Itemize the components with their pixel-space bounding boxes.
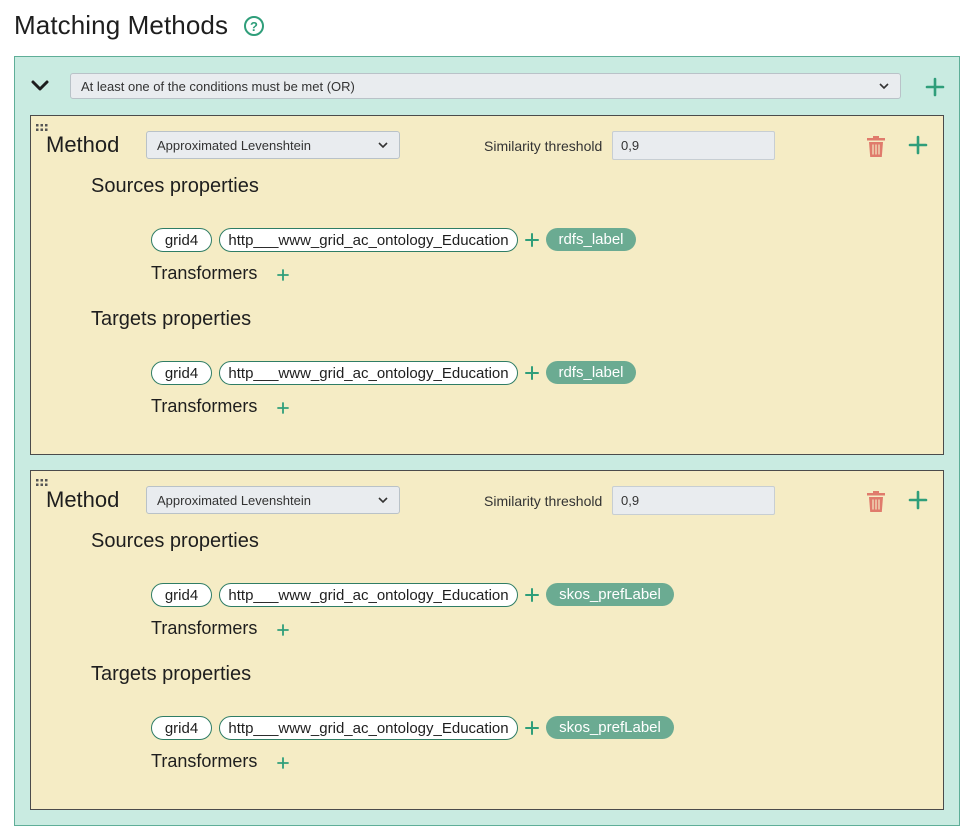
drag-handle-icon[interactable] (36, 479, 48, 487)
add-transformer-button[interactable] (276, 400, 290, 416)
trash-icon[interactable] (867, 136, 885, 158)
similarity-threshold-input[interactable]: 0,9 (612, 131, 775, 160)
algorithm-value: Approximated Levenshtein (157, 492, 311, 508)
entity-type-pill[interactable]: http___www_grid_ac_ontology_Education (219, 716, 518, 740)
add-transformer-button[interactable] (276, 755, 290, 771)
sources-properties-title: Sources properties (91, 175, 259, 197)
select-arrow-icon (378, 142, 388, 149)
select-arrow-icon (378, 497, 388, 504)
plus-icon (925, 77, 945, 97)
entity-type-pill[interactable]: http___www_grid_ac_ontology_Education (219, 583, 518, 607)
entity-type-pill[interactable]: http___www_grid_ac_ontology_Education (219, 361, 518, 385)
plus-icon (525, 366, 539, 380)
plus-icon (908, 135, 928, 155)
property-pill[interactable]: rdfs_label (546, 228, 636, 251)
plus-icon (277, 624, 289, 636)
transformers-label: Transformers (151, 396, 258, 416)
similarity-threshold-input[interactable]: 0,9 (612, 486, 775, 515)
trash-icon[interactable] (867, 491, 885, 513)
similarity-threshold-label: Similarity threshold (484, 493, 603, 509)
similarity-threshold-label: Similarity threshold (484, 138, 603, 154)
plus-icon (277, 402, 289, 414)
plus-icon (277, 757, 289, 769)
plus-icon (525, 233, 539, 247)
plus-icon (277, 269, 289, 281)
select-arrow-icon (879, 83, 889, 90)
add-transformer-button[interactable] (276, 622, 290, 638)
add-method-button[interactable] (907, 489, 929, 511)
dataset-pill[interactable]: grid4 (151, 583, 212, 607)
add-property-button[interactable] (524, 231, 540, 249)
plus-icon (908, 490, 928, 510)
add-property-button[interactable] (524, 586, 540, 604)
plus-icon (525, 588, 539, 602)
add-condition-button[interactable] (924, 76, 946, 98)
chevron-down-icon[interactable] (30, 78, 50, 94)
method-label: Method (46, 487, 120, 512)
property-pill[interactable]: skos_prefLabel (546, 583, 674, 606)
dataset-pill[interactable]: grid4 (151, 361, 212, 385)
add-property-button[interactable] (524, 719, 540, 737)
property-pill[interactable]: skos_prefLabel (546, 716, 674, 739)
drag-handle-icon[interactable] (36, 124, 48, 132)
page-title: Matching Methods (14, 10, 229, 40)
algorithm-select[interactable]: Approximated Levenshtein (146, 131, 400, 159)
algorithm-select[interactable]: Approximated Levenshtein (146, 486, 400, 514)
condition-operator-select[interactable]: At least one of the conditions must be m… (70, 73, 901, 99)
transformers-label: Transformers (151, 618, 258, 638)
targets-properties-title: Targets properties (91, 308, 252, 330)
add-transformer-button[interactable] (276, 267, 290, 283)
question-circle-icon[interactable]: ? (244, 16, 264, 36)
targets-properties-title: Targets properties (91, 663, 252, 685)
property-pill[interactable]: rdfs_label (546, 361, 636, 384)
transformers-label: Transformers (151, 263, 258, 283)
dataset-pill[interactable]: grid4 (151, 228, 212, 252)
entity-type-pill[interactable]: http___www_grid_ac_ontology_Education (219, 228, 518, 252)
add-property-button[interactable] (524, 364, 540, 382)
method-label: Method (46, 132, 120, 157)
transformers-label: Transformers (151, 751, 258, 771)
sources-properties-title: Sources properties (91, 530, 259, 552)
condition-operator-value: At least one of the conditions must be m… (81, 78, 355, 94)
dataset-pill[interactable]: grid4 (151, 716, 212, 740)
algorithm-value: Approximated Levenshtein (157, 137, 311, 153)
add-method-button[interactable] (907, 134, 929, 156)
plus-icon (525, 721, 539, 735)
